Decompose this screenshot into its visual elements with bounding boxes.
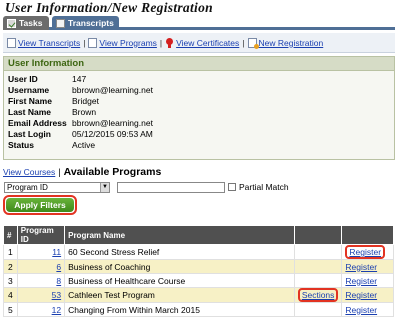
program-id-link[interactable]: 11 xyxy=(52,247,61,257)
apply-filters-button[interactable]: Apply Filters xyxy=(6,198,74,212)
column-header-sections xyxy=(293,225,343,245)
partial-match-checkbox[interactable] xyxy=(228,183,236,191)
user-information-fields: User ID 147 Username bbrown@learning.net… xyxy=(4,71,394,151)
partial-match-label: Partial Match xyxy=(239,182,289,192)
register-link[interactable]: Register xyxy=(349,247,381,257)
tab-bar: Tasks Transcripts xyxy=(3,16,395,30)
programs-table: # Program ID Program Name 1 11 60 Second… xyxy=(3,225,394,317)
programs-heading: View Courses | Available Programs xyxy=(3,166,161,178)
last-name-value: Brown xyxy=(72,107,97,117)
toolbar-separator: | xyxy=(242,37,245,48)
tab-transcripts[interactable]: Transcripts xyxy=(52,16,119,30)
available-programs-title: Available Programs xyxy=(63,166,162,178)
program-id-link[interactable]: 8 xyxy=(56,276,61,286)
last-name-label: Last Name xyxy=(8,107,51,117)
row-number: 4 xyxy=(3,287,18,303)
view-programs-link[interactable]: View Programs xyxy=(99,38,156,48)
filter-text-input[interactable] xyxy=(117,181,225,193)
column-header-number: # xyxy=(3,225,18,245)
tab-transcripts-label: Transcripts xyxy=(68,17,114,28)
program-name: Changing From Within March 2015 xyxy=(64,302,295,317)
row-number: 3 xyxy=(3,273,18,288)
column-header-program-name: Program Name xyxy=(64,225,295,245)
status-label: Status xyxy=(8,140,34,150)
program-name: Cathleen Test Program xyxy=(64,287,295,303)
toolbar-separator: | xyxy=(83,37,86,48)
user-id-label: User ID xyxy=(8,74,38,84)
program-name: Business of Coaching xyxy=(64,259,295,274)
filter-row: Program ID ▼ Partial Match xyxy=(4,181,289,193)
program-id-link[interactable]: 12 xyxy=(52,305,61,315)
sections-link[interactable]: Sections xyxy=(302,290,335,300)
table-row: 1 11 60 Second Stress Relief Register xyxy=(3,244,394,260)
tab-tasks-label: Tasks xyxy=(19,17,43,28)
register-highlight: Register xyxy=(345,245,386,259)
view-courses-link[interactable]: View Courses xyxy=(3,167,55,177)
user-information-header: User Information xyxy=(4,57,394,71)
user-information-panel: User Information User ID 147 Username bb… xyxy=(3,56,395,160)
status-value: Active xyxy=(72,140,96,150)
sections-cell xyxy=(293,302,343,317)
page-title: User Information/New Registration xyxy=(5,0,213,15)
sections-cell xyxy=(293,259,343,274)
last-login-label: Last Login xyxy=(8,129,51,139)
table-row: 4 53 Cathleen Test Program Sections Regi… xyxy=(3,287,394,303)
view-certificates-link[interactable]: View Certificates xyxy=(176,38,239,48)
view-transcripts-link[interactable]: View Transcripts xyxy=(18,38,80,48)
ribbon-icon xyxy=(165,37,174,48)
email-address-value: bbrown@learning.net xyxy=(72,118,153,128)
program-name: Business of Healthcare Course xyxy=(64,273,295,288)
table-row: 5 12 Changing From Within March 2015 Reg… xyxy=(3,302,394,317)
chevron-down-icon: ▼ xyxy=(100,182,109,192)
table-row: 2 6 Business of Coaching Register xyxy=(3,259,394,274)
sections-cell xyxy=(293,244,343,260)
row-number: 1 xyxy=(3,244,18,260)
tab-tasks[interactable]: Tasks xyxy=(3,16,49,30)
transcript-icon xyxy=(56,18,65,28)
username-value: bbrown@learning.net xyxy=(72,85,153,95)
first-name-value: Bridget xyxy=(72,96,99,106)
new-registration-link[interactable]: New Registration xyxy=(259,38,324,48)
user-id-value: 147 xyxy=(72,74,87,84)
table-row: 3 8 Business of Healthcare Course Regist… xyxy=(3,273,394,288)
email-address-label: Email Address xyxy=(8,118,67,128)
toolbar-separator: | xyxy=(159,37,163,48)
last-login-value: 05/12/2015 09:53 AM xyxy=(72,129,153,139)
filter-field-select[interactable]: Program ID ▼ xyxy=(4,181,110,193)
apply-filters-highlight: Apply Filters xyxy=(3,195,77,215)
program-id-link[interactable]: 6 xyxy=(56,262,61,272)
program-id-link[interactable]: 53 xyxy=(52,290,61,300)
sections-cell xyxy=(293,273,343,288)
document-icon xyxy=(88,37,98,48)
column-header-program-id: Program ID xyxy=(16,225,66,245)
checklist-icon xyxy=(7,18,16,28)
register-link[interactable]: Register xyxy=(345,262,377,272)
row-number: 2 xyxy=(3,259,18,274)
transcripts-toolbar: View Transcripts | View Programs | View … xyxy=(3,33,395,53)
register-link[interactable]: Register xyxy=(345,305,377,315)
row-number: 5 xyxy=(3,302,18,317)
new-document-icon xyxy=(247,37,259,49)
register-link[interactable]: Register xyxy=(345,276,377,286)
program-name: 60 Second Stress Relief xyxy=(64,244,295,260)
heading-separator: | xyxy=(58,167,61,177)
register-link[interactable]: Register xyxy=(345,290,377,300)
username-label: Username xyxy=(8,85,50,95)
document-icon xyxy=(7,37,16,48)
table-header-row: # Program ID Program Name xyxy=(3,225,394,245)
first-name-label: First Name xyxy=(8,96,52,106)
sections-highlight: Sections xyxy=(297,288,339,302)
filter-field-selected: Program ID xyxy=(7,182,48,192)
column-header-register xyxy=(341,225,394,245)
